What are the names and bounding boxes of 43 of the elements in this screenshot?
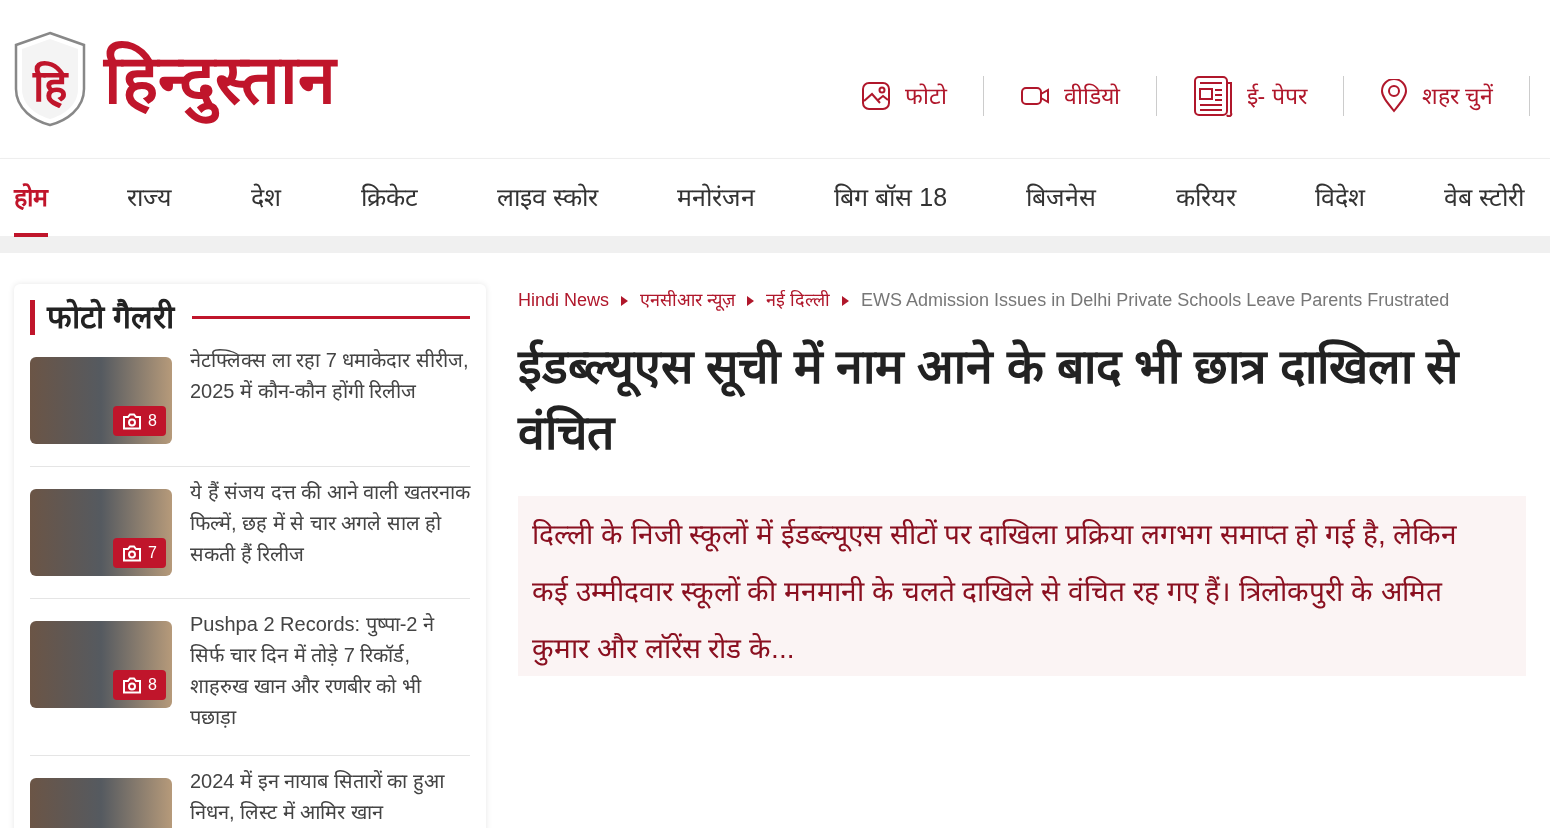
shield-logo[interactable]: हि (14, 31, 86, 127)
logo-wordmark[interactable]: हिन्दुस्तान (104, 28, 336, 130)
nav-tab[interactable]: देश (251, 159, 282, 237)
nav-tab[interactable]: बिग बॉस 18 (834, 159, 948, 237)
breadcrumb-link[interactable]: Hindi News (518, 287, 610, 314)
photo-count-badge: 8 (113, 670, 166, 701)
nav-tab[interactable]: विदेश (1314, 159, 1365, 237)
breadcrumb-arrow-icon (621, 295, 629, 306)
breadcrumb-current: EWS Admission Issues in Delhi Private Schools Leave Parents Frustrated (861, 289, 1450, 312)
nav-tab[interactable]: वेब स्टोरी (1444, 159, 1524, 237)
nav-tab[interactable]: लाइव स्कोर (496, 159, 598, 237)
gallery-headline[interactable]: ये हैं संजय दत्त की आने वाली खतरनाक फिल्में, छह में से चार अगले साल हो सकती हैं रिलीज (190, 477, 470, 577)
gallery-headline[interactable]: नेटफ्लिक्स ला रहा 7 धमाकेदार सीरीज, 2025 में कौन-कौन होंगी रिलीज (190, 345, 470, 445)
breadcrumb-link[interactable]: एनसीआर न्यूज़ (640, 287, 736, 314)
header-link[interactable]: वीडियो (983, 78, 1156, 114)
nav-tab[interactable]: मनोरंजन (677, 159, 756, 237)
camera-icon (122, 412, 143, 430)
article-summary: दिल्ली के निजी स्कूलों में ईडब्ल्यूएस सीटों पर दाखिला प्रक्रिया लगभग समाप्त हो गई है, लेकिन कई उम्मीदवार स्कूलों की मनमानी के चलते दाखिले से वंचित रह गए हैं। त्रिलोकपुरी के अमित कुमार और लॉरेंस रोड के... (518, 496, 1526, 676)
gallery-headline[interactable]: 2024 में इन नायाब सितारों का हुआ निधन, लिस्ट में आमिर खान (190, 766, 470, 828)
location-pin-icon (1379, 79, 1408, 113)
photo-count-badge: 8 (113, 406, 166, 437)
nav-tab[interactable]: बिजनेस (1026, 159, 1097, 237)
breadcrumb-arrow-icon (747, 295, 755, 306)
section-title: फोटो गैलरी (30, 300, 174, 336)
photo-placeholder[interactable]: 7 (30, 489, 172, 577)
photo-placeholder[interactable]: 8 (30, 621, 172, 709)
gallery-headline[interactable]: Pushpa 2 Records: पुष्पा-2 ने सिर्फ चार दिन में तोड़े 7 रिकॉर्ड, शाहरुख खान और रणबीर को भी पछाड़ा (190, 609, 470, 734)
breadcrumb-arrow-icon (842, 295, 850, 306)
video-camera-icon (1019, 85, 1050, 107)
photo-count-badge: 7 (113, 538, 166, 569)
header-link[interactable]: फोटो (824, 78, 983, 114)
newspaper-icon (1192, 75, 1233, 117)
nav-tab[interactable]: राज्य (127, 159, 173, 237)
camera-icon (122, 676, 143, 694)
header-link[interactable]: ई- पेपर (1156, 75, 1343, 117)
header-link[interactable]: शहर चुनें (1343, 78, 1529, 114)
camera-icon (122, 544, 143, 562)
image-icon (860, 81, 891, 111)
article-headline: ईडब्ल्यूएस सूची में नाम आने के बाद भी छात्र दाखिला से वंचित (518, 338, 1461, 461)
nav-tab[interactable]: क्रिकेट (360, 159, 418, 237)
photo-placeholder[interactable]: 8 (30, 357, 172, 445)
breadcrumb-link[interactable]: नई दिल्ली (766, 287, 831, 314)
nav-tab[interactable]: करियर (1175, 159, 1236, 237)
